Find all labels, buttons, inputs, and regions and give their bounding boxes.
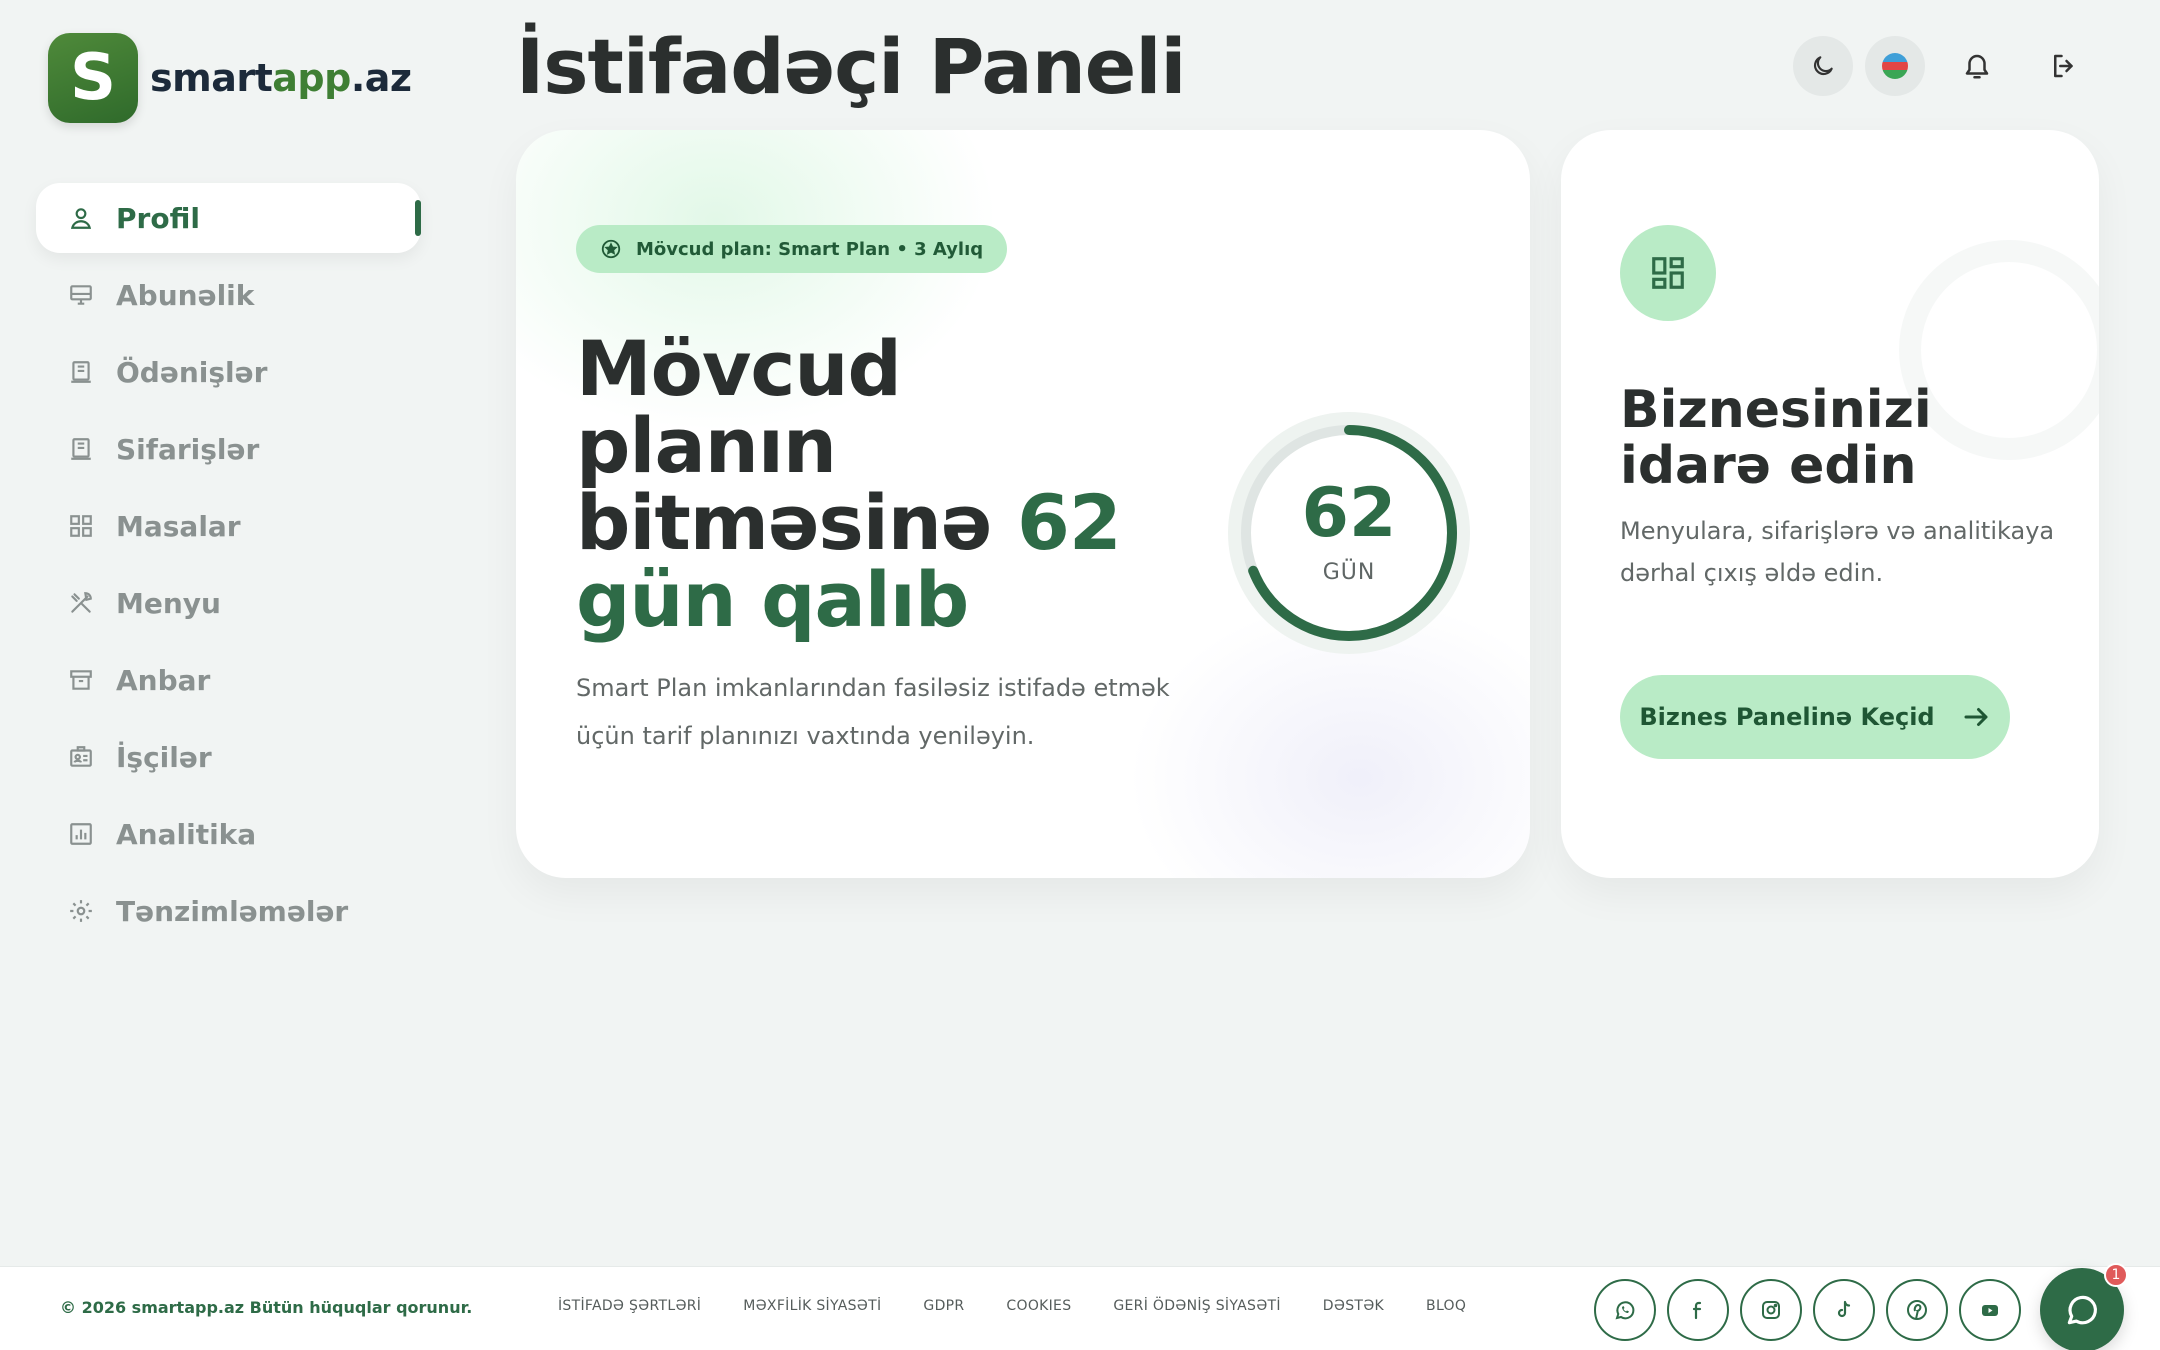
arrow-right-icon <box>1964 708 1988 726</box>
user-icon <box>70 208 92 229</box>
utensils-icon <box>71 592 92 613</box>
plan-heading: Mövcud planın bitməsinə 62 gün qalıb <box>576 324 1122 644</box>
sidebar-item-anbar[interactable]: Anbar <box>36 645 421 715</box>
footer-link-gdpr[interactable]: GDPR <box>923 1298 964 1314</box>
days-remaining-ring: 62 GÜN <box>1228 412 1470 654</box>
plan-badge: Mövcud plan: Smart Plan • 3 Aylıq <box>576 225 1008 273</box>
sidebar-item-label: Menyu <box>116 586 221 620</box>
archive-icon <box>70 670 92 690</box>
sidebar-item-label: Ödənişlər <box>116 355 268 389</box>
id-card-icon <box>70 746 92 767</box>
chart-icon <box>70 823 92 845</box>
sidebar-item-analitika[interactable]: Analitika <box>36 799 421 869</box>
sidebar-item-masalar[interactable]: Masalar <box>36 491 421 561</box>
gear-icon <box>70 900 92 922</box>
language-button[interactable] <box>1865 36 1925 96</box>
sidebar-item-tenzimlemeler[interactable]: Tənzimləmələr <box>36 876 421 946</box>
sidebar-item-isciler[interactable]: İşçilər <box>36 722 421 792</box>
brand-name: smartapp.az <box>150 56 412 100</box>
sidebar-item-label: Sifarişlər <box>116 432 260 466</box>
plan-card: Mövcud plan: Smart Plan • 3 Aylıq Mövcud… <box>516 130 1530 878</box>
footer-links: İSTİFADƏ ŞƏRTLƏRİ MƏXFİLİK SİYASƏTİ GDPR… <box>558 1298 1508 1314</box>
sidebar-item-odenisler[interactable]: Ödənişlər <box>36 337 421 407</box>
whatsapp-icon <box>1615 1301 1635 1320</box>
footer-link-support[interactable]: DƏSTƏK <box>1323 1298 1384 1314</box>
sidebar-item-label: Tənzimləmələr <box>116 894 349 928</box>
sidebar-item-label: Analitika <box>116 817 257 851</box>
pinterest-button[interactable] <box>1886 1279 1948 1341</box>
sidebar-item-sifarisler[interactable]: Sifarişlər <box>36 414 421 484</box>
footer-link-terms[interactable]: İSTİFADƏ ŞƏRTLƏRİ <box>558 1298 701 1314</box>
social-links <box>1594 1279 2032 1341</box>
page-title: İstifadəçi Paneli <box>516 22 1186 111</box>
business-title: Biznesinizi idarə edin <box>1620 380 1932 496</box>
logout-button[interactable] <box>2034 36 2094 96</box>
footer-link-refund[interactable]: GERİ ÖDƏNİŞ SİYASƏTİ <box>1113 1298 1280 1314</box>
sidebar-item-label: Profil <box>116 201 200 235</box>
business-description: Menyulara, sifarişlərə və analitikaya də… <box>1620 517 2055 587</box>
tiktok-icon <box>1837 1300 1851 1318</box>
footer-link-cookies[interactable]: COOKIES <box>1006 1298 1071 1314</box>
plan-description: Smart Plan imkanlarından fasiləsiz istif… <box>576 674 1170 750</box>
ring-label: GÜN <box>1322 560 1376 585</box>
monitor-icon <box>70 285 92 305</box>
facebook-button[interactable] <box>1667 1279 1729 1341</box>
ring-value: 62 <box>1301 474 1397 553</box>
theme-toggle-button[interactable] <box>1793 36 1853 96</box>
star-circle-icon <box>601 239 621 259</box>
copyright-text: © 2026 smartapp.az Bütün hüquqlar qorunu… <box>60 1298 473 1317</box>
business-panel-button[interactable]: Biznes Panelinə Keçid <box>1620 675 2010 759</box>
brand-logo[interactable]: S smartapp.az <box>48 33 412 123</box>
business-card: Biznesinizi idarə edin Menyulara, sifari… <box>1561 130 2099 878</box>
youtube-icon <box>1982 1305 1998 1316</box>
chat-notification-badge: 1 <box>2104 1263 2128 1287</box>
chat-bubble-icon <box>2067 1295 2097 1325</box>
sidebar-item-profil[interactable]: Profil <box>36 183 421 253</box>
receipt-icon <box>71 361 91 383</box>
pinterest-icon <box>1907 1300 1927 1320</box>
footer: © 2026 smartapp.az Bütün hüquqlar qorunu… <box>0 1266 2160 1350</box>
sidebar-item-label: Abunəlik <box>116 278 255 312</box>
instagram-icon <box>1762 1301 1780 1319</box>
logo-badge-icon: S <box>48 33 138 123</box>
dashboard-icon <box>1620 225 1716 321</box>
sidebar-item-label: Masalar <box>116 509 241 543</box>
footer-link-privacy[interactable]: MƏXFİLİK SİYASƏTİ <box>743 1298 881 1314</box>
sidebar-item-label: İşçilər <box>116 740 212 774</box>
logout-icon <box>2054 54 2073 78</box>
whatsapp-button[interactable] <box>1594 1279 1656 1341</box>
moon-icon <box>1813 56 1833 76</box>
footer-link-blog[interactable]: BLOQ <box>1426 1298 1466 1314</box>
bell-icon <box>1965 54 1989 79</box>
sidebar: Profil Abunəlik Ödənişlər Sifarişlər Mas… <box>36 183 421 953</box>
facebook-icon <box>1692 1301 1702 1320</box>
receipt-icon <box>71 438 91 460</box>
tiktok-button[interactable] <box>1813 1279 1875 1341</box>
azerbaijan-flag-icon <box>1882 53 1908 79</box>
instagram-button[interactable] <box>1740 1279 1802 1341</box>
sidebar-item-abunelik[interactable]: Abunəlik <box>36 260 421 330</box>
youtube-button[interactable] <box>1959 1279 2021 1341</box>
sidebar-item-menyu[interactable]: Menyu <box>36 568 421 638</box>
sidebar-item-label: Anbar <box>116 663 211 697</box>
grid-icon <box>70 515 92 537</box>
notifications-button[interactable] <box>1947 36 2007 96</box>
